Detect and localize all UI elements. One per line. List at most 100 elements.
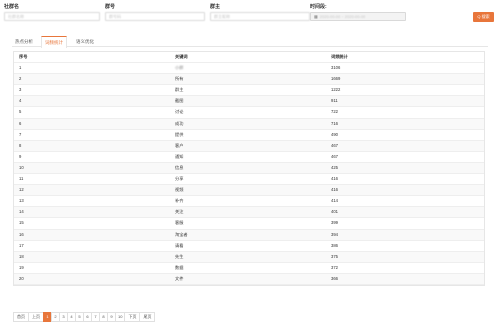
time-range-label: 时间段: (310, 4, 327, 10)
table-row: 10 信息 425 (14, 162, 484, 175)
header-keyword: 关键词 (175, 54, 188, 59)
row-count: 366 (331, 275, 338, 281)
table-row: 3 群主 1222 (14, 85, 484, 97)
row-keyword: 讨论 (175, 109, 184, 115)
owner-filter: 群主 群主昵称 (210, 4, 310, 21)
row-index: 12 (19, 187, 24, 193)
row-index: 6 (19, 120, 22, 126)
table-row: 5 讨论 722 (14, 107, 484, 119)
row-index: 5 (19, 109, 22, 115)
row-keyword: 成功 (175, 120, 184, 126)
header-count: 词频统计 (331, 54, 348, 59)
row-count: 722 (331, 109, 338, 115)
table-header-row: 序号 关键词 词频统计 (14, 52, 484, 64)
tab-word-frequency[interactable]: 词频统计 (41, 36, 67, 48)
calendar-icon: ▦ (314, 14, 318, 19)
row-count: 416 (331, 176, 338, 182)
prev-page-button[interactable]: 上页 (28, 312, 44, 322)
row-count: 401 (331, 209, 338, 215)
row-keyword: 通知 (175, 153, 184, 159)
group-name-input[interactable]: 社群名称 (4, 12, 100, 21)
row-count: 490 (331, 131, 338, 137)
tab-hotspot-analysis[interactable]: 热点分析 (12, 36, 36, 47)
row-count: 416 (331, 187, 338, 193)
row-index: 7 (19, 131, 22, 137)
word-frequency-table: 序号 关键词 词频统计 1 小群 3106 2 所有 1669 3 群主 1222 4 截图 911 5… (13, 51, 485, 286)
table-row: 19 数据 372 (14, 263, 484, 274)
row-keyword: 请看 (175, 242, 184, 248)
row-index: 14 (19, 209, 24, 215)
row-keyword: 关注 (175, 209, 184, 215)
table-row: 1 小群 3106 (14, 63, 484, 75)
row-keyword: 先生 (175, 253, 184, 259)
group-id-filter: 群号 群号码 (105, 4, 205, 21)
row-keyword: 小群 (175, 65, 184, 71)
row-index: 11 (19, 176, 24, 182)
row-count: 1669 (331, 76, 341, 82)
row-keyword: 所有 (175, 76, 184, 82)
row-count: 911 (331, 98, 338, 104)
row-keyword: 截图 (175, 98, 184, 104)
first-page-button[interactable]: 首页 (13, 312, 29, 322)
time-range-value: 2020-00-00 ~ 2020-00-00 (319, 14, 366, 19)
row-keyword: 文件 (175, 275, 184, 281)
row-index: 8 (19, 142, 22, 148)
pagination: 首页 上页 1 2 3 4 5 6 7 8 9 10 下页 尾页 (13, 312, 156, 322)
filter-bar: 社群名 社群名称 群号 群号码 群主 群主昵称 时间段: ▦ 2020-00-00… (4, 4, 496, 26)
table-row: 9 通知 467 (14, 152, 484, 163)
table-row: 13 补齐 414 (14, 196, 484, 208)
last-page-button[interactable]: 尾页 (139, 312, 156, 322)
table-row: 2 所有 1669 (14, 74, 484, 86)
row-keyword: 视频 (175, 187, 184, 193)
time-range-filter: 时间段: ▦ 2020-00-00 ~ 2020-00-00 (310, 4, 406, 21)
row-index: 16 (19, 231, 24, 237)
table-row: 8 客户 467 (14, 140, 484, 152)
group-id-label: 群号 (105, 4, 116, 10)
table-row: 17 请看 386 (14, 241, 484, 252)
group-id-input[interactable]: 群号码 (105, 12, 205, 21)
table-row: 7 提供 490 (14, 130, 484, 141)
table-row: 12 视频 416 (14, 185, 484, 197)
row-index: 9 (19, 153, 22, 159)
row-count: 394 (331, 231, 338, 237)
group-name-label: 社群名 (4, 4, 20, 10)
row-count: 414 (331, 198, 338, 204)
row-keyword: 补齐 (175, 198, 184, 204)
row-count: 467 (331, 142, 338, 148)
row-keyword: 分享 (175, 176, 184, 182)
row-count: 716 (331, 120, 338, 126)
header-index: 序号 (19, 54, 28, 59)
owner-input[interactable]: 群主昵称 (210, 12, 310, 21)
row-keyword: 淘宝者 (175, 231, 188, 237)
group-name-filter: 社群名 社群名称 (4, 4, 100, 21)
row-keyword: 客户 (175, 142, 184, 148)
row-keyword: 数据 (175, 264, 184, 270)
table-row: 11 分享 416 (14, 174, 484, 186)
row-index: 13 (19, 198, 24, 204)
row-count: 386 (331, 242, 338, 248)
row-count: 375 (331, 253, 338, 259)
time-range-input[interactable]: ▦ 2020-00-00 ~ 2020-00-00 (310, 12, 406, 21)
search-button[interactable]: Q 搜索 (473, 12, 494, 22)
row-count: 372 (331, 264, 338, 270)
row-count: 3106 (331, 65, 341, 71)
row-count: 425 (331, 164, 338, 170)
page-number-list: 1 2 3 4 5 6 7 8 9 10 (43, 312, 126, 322)
table-row: 20 文件 366 (14, 273, 484, 285)
row-index: 10 (19, 164, 24, 170)
tab-bar: 热点分析 词频统计 语义优化 (12, 36, 488, 48)
table-body: 1 小群 3106 2 所有 1669 3 群主 1222 4 截图 911 5 讨论 722 6 成功 716 7… (14, 63, 484, 285)
row-count: 1222 (331, 87, 341, 93)
row-index: 1 (19, 65, 22, 71)
tab-semantic-optimization[interactable]: 语义优化 (73, 36, 97, 47)
row-index: 15 (19, 220, 24, 226)
table-row: 4 截图 911 (14, 96, 484, 108)
row-keyword: 客服 (175, 220, 184, 226)
row-index: 3 (19, 87, 22, 93)
table-row: 16 淘宝者 394 (14, 229, 484, 241)
row-index: 19 (19, 264, 24, 270)
row-keyword: 信息 (175, 164, 184, 170)
next-page-button[interactable]: 下页 (124, 312, 141, 322)
table-row: 15 客服 399 (14, 218, 484, 230)
row-count: 399 (331, 220, 338, 226)
